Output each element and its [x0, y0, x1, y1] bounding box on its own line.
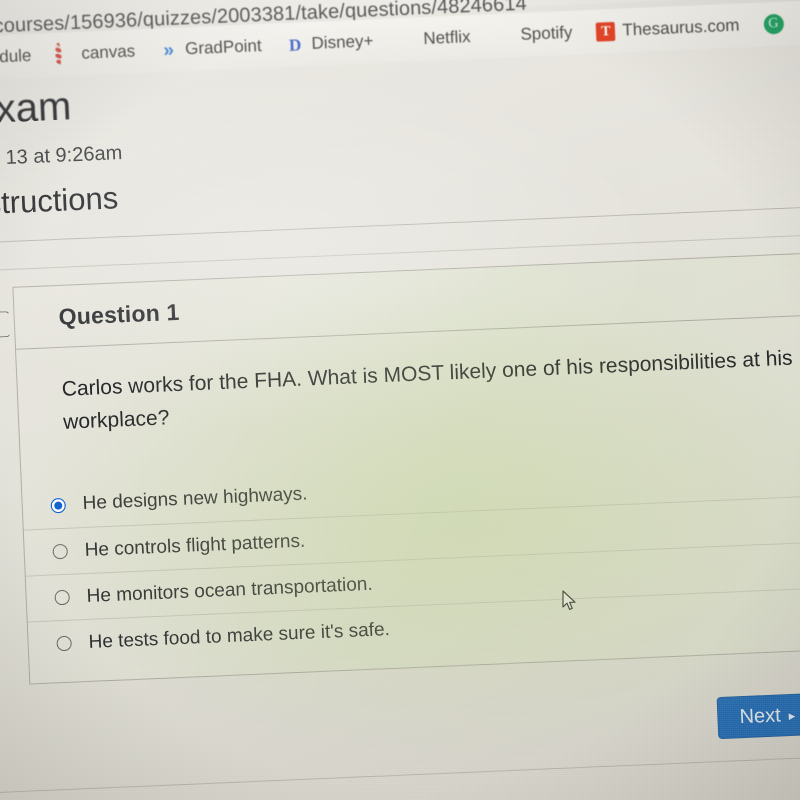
bookmark-canvas[interactable]: canvas	[54, 41, 136, 66]
radio-button[interactable]	[54, 589, 71, 606]
browser-window: m/courses/156936/quizzes/2003381/take/qu…	[0, 0, 800, 800]
next-button-label: Next	[739, 703, 782, 728]
answer-label: He controls flight patterns.	[84, 530, 306, 561]
answer-label: He monitors ocean transportation.	[86, 573, 374, 607]
bookmark-gradpoint[interactable]: » GradPoint	[159, 36, 263, 61]
bookmark-spotify[interactable]: Spotify	[494, 23, 573, 46]
bookmark-label: Thesaurus.com	[621, 15, 740, 40]
bookmark-label: Netflix	[422, 27, 471, 49]
bookmark-thesaurus[interactable]: T Thesaurus.com	[596, 16, 740, 42]
thesaurus-icon: T	[596, 21, 616, 42]
bookmark-netflix[interactable]: Netflix	[397, 27, 471, 50]
grammarly-icon: G	[763, 13, 784, 35]
chevron-right-icon: ▸	[788, 707, 796, 723]
divider	[0, 751, 800, 798]
radio-button[interactable]	[56, 635, 72, 652]
gradpoint-icon: »	[162, 39, 175, 61]
bookmark-grammarly[interactable]: G	[763, 13, 791, 35]
bookmark-label: Spotify	[520, 22, 573, 44]
question-flag-icon[interactable]	[0, 311, 11, 338]
disney-plus-icon: D	[288, 34, 302, 55]
bookmark-disney-plus[interactable]: D Disney+	[285, 31, 374, 55]
bookmark-label: GradPoint	[184, 36, 263, 59]
spotify-icon	[494, 26, 514, 46]
netflix-icon	[397, 30, 417, 50]
radio-button[interactable]	[52, 543, 69, 560]
bookmark-label: Disney+	[311, 31, 374, 53]
bookmark-label: canvas	[80, 41, 136, 63]
question-card: Question 1 1 pts Carlos works for the FH…	[12, 248, 800, 685]
question-number: Question 1	[58, 298, 181, 330]
question-text: Carlos works for the FHA. What is MOST l…	[61, 346, 793, 434]
page-title: al Exam	[0, 84, 73, 134]
answer-label: He designs new highways.	[82, 483, 308, 515]
radio-button-selected[interactable]	[50, 497, 67, 513]
canvas-icon	[54, 42, 75, 66]
photo-of-screen: m/courses/156936/quizzes/2003381/take/qu…	[0, 0, 800, 800]
answer-label: He tests food to make sure it's safe.	[88, 618, 391, 653]
bookmark-label: Schedule	[0, 45, 32, 68]
quiz-due-date: ed: May 13 at 9:26am	[0, 142, 123, 172]
answer-list: He designs new highways. He controls fli…	[22, 445, 800, 668]
next-button[interactable]: Next ▸	[716, 692, 800, 740]
bookmark-schedule[interactable]: Schedule	[0, 46, 32, 69]
quiz-instructions-heading: iz Instructions	[0, 180, 119, 223]
quiz-page: al Exam ed: May 13 at 9:26am iz Instruct…	[0, 40, 800, 800]
